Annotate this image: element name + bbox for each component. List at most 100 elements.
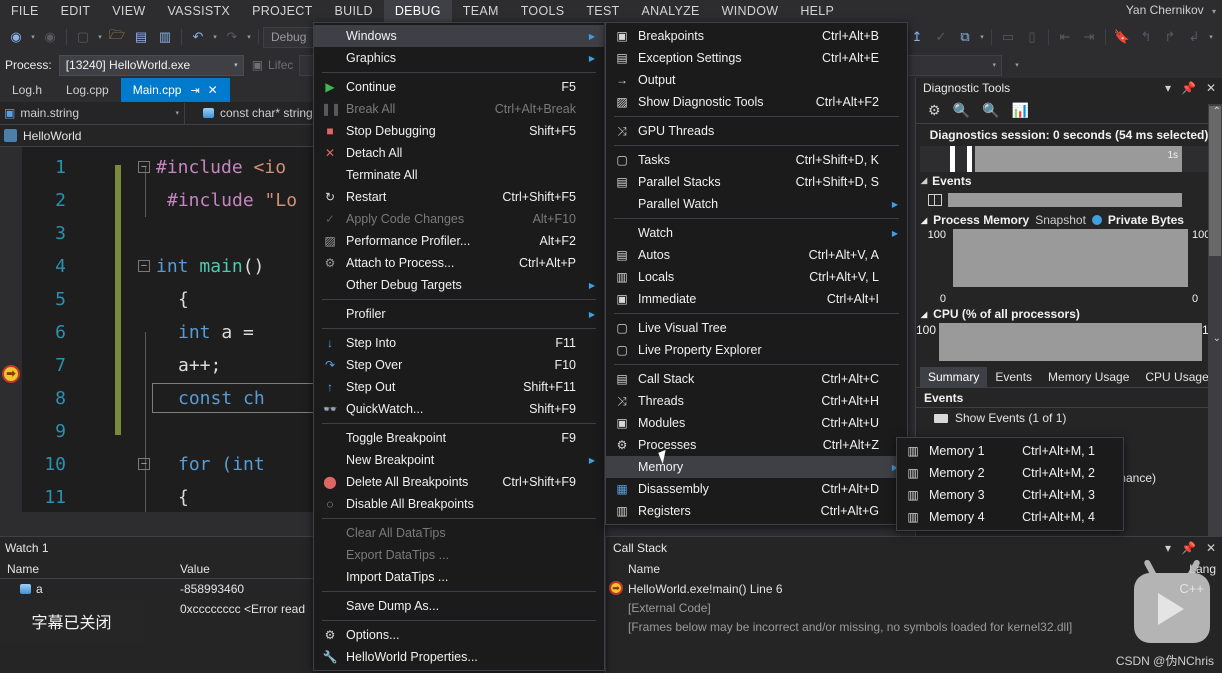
menu-item-memory-4[interactable]: ▥Memory 4Ctrl+Alt+M, 4 — [897, 506, 1123, 528]
lifecycle-events-button[interactable]: ▣ Lifec — [252, 58, 294, 72]
submenu-arrow-icon[interactable]: ▶ — [589, 310, 595, 319]
collapse-triangle-icon[interactable]: ◢ — [921, 176, 927, 185]
menu-item-threads[interactable]: ⤨ThreadsCtrl+Alt+H — [606, 390, 907, 412]
menu-item-file[interactable]: FILE — [0, 0, 50, 22]
comment-icon[interactable]: ▭ — [997, 26, 1019, 48]
chevron-down-icon[interactable]: ▾ — [234, 61, 238, 69]
save-all-icon[interactable]: ▥ — [154, 26, 176, 48]
menu-item-immediate[interactable]: ▣ImmediateCtrl+Alt+I — [606, 288, 907, 310]
open-file-icon[interactable]: 🗁 — [106, 26, 128, 48]
timeline-marker-2[interactable] — [967, 146, 972, 172]
menu-item-build[interactable]: BUILD — [324, 0, 384, 22]
menu-item-project[interactable]: PROJECT — [241, 0, 323, 22]
menu-item-performance-profiler[interactable]: ▨Performance Profiler...Alt+F2 — [314, 230, 604, 252]
menu-item-terminate-all[interactable]: Terminate All — [314, 164, 604, 186]
menu-item-breakpoints[interactable]: ▣BreakpointsCtrl+Alt+B — [606, 25, 907, 47]
new-dropdown-icon[interactable]: ▾ — [95, 33, 105, 41]
threads-icon[interactable]: ⧉ — [954, 26, 976, 48]
menu-item-call-stack[interactable]: ▤Call StackCtrl+Alt+C — [606, 368, 907, 390]
menu-item-exception-settings[interactable]: ▤Exception SettingsCtrl+Alt+E — [606, 47, 907, 69]
collapse-triangle-icon[interactable]: ◢ — [921, 310, 927, 319]
menu-item-profiler[interactable]: Profiler▶ — [314, 303, 604, 325]
submenu-arrow-icon[interactable]: ▶ — [589, 281, 595, 290]
menu-item-team[interactable]: TEAM — [452, 0, 510, 22]
cpu-section-header[interactable]: ◢ CPU (% of all processors) — [916, 305, 1222, 323]
timeline-marker-1[interactable] — [950, 146, 955, 172]
menu-item-step-over[interactable]: ↷Step OverF10 — [314, 354, 604, 376]
collapse-triangle-icon[interactable]: ◢ — [921, 216, 927, 225]
call-stack-row[interactable]: [External Code] — [606, 598, 1222, 617]
chart-icon[interactable]: 📊 — [1011, 102, 1028, 119]
diagnostic-tab-events[interactable]: Events — [987, 367, 1040, 387]
prev-bookmark-icon[interactable]: ↰ — [1135, 26, 1157, 48]
menu-item-toggle-breakpoint[interactable]: Toggle BreakpointF9 — [314, 427, 604, 449]
scroll-down-icon[interactable]: ⌄ — [1213, 333, 1221, 344]
close-icon[interactable]: ✕ — [208, 83, 218, 97]
step-out-icon[interactable]: ↥ — [906, 26, 928, 48]
navigate-forward-icon[interactable]: ◉ — [39, 26, 61, 48]
windows-submenu[interactable]: ▣BreakpointsCtrl+Alt+B▤Exception Setting… — [605, 22, 908, 525]
menu-item-parallel-stacks[interactable]: ▤Parallel StacksCtrl+Shift+D, S — [606, 171, 907, 193]
submenu-arrow-icon[interactable]: ▶ — [892, 229, 898, 238]
menu-item-window[interactable]: WINDOW — [711, 0, 790, 22]
menu-item-disassembly[interactable]: ▦DisassemblyCtrl+Alt+D — [606, 478, 907, 500]
menu-item-show-diagnostic-tools[interactable]: ▨Show Diagnostic ToolsCtrl+Alt+F2 — [606, 91, 907, 113]
diagnostic-tab-cpu-usage[interactable]: CPU Usage — [1137, 367, 1216, 387]
undo-icon[interactable]: ↶ — [187, 26, 209, 48]
indent-icon[interactable]: ⇤ — [1054, 26, 1076, 48]
menu-item-watch[interactable]: Watch▶ — [606, 222, 907, 244]
clear-bookmarks-icon[interactable]: ↲ — [1183, 26, 1205, 48]
chevron-down-icon[interactable]: ▾ — [1165, 81, 1171, 95]
call-stack-row[interactable]: [Frames below may be incorrect and/or mi… — [606, 617, 1222, 636]
menu-item-memory[interactable]: Memory▶ — [606, 456, 907, 478]
chevron-down-icon[interactable]: ▾ — [992, 61, 996, 69]
menu-item-other-debug-targets[interactable]: Other Debug Targets▶ — [314, 274, 604, 296]
uncomment-icon[interactable]: ▯ — [1021, 26, 1043, 48]
code-line[interactable]: int main() — [156, 250, 264, 283]
menu-item-live-property-explorer[interactable]: ▢Live Property Explorer — [606, 339, 907, 361]
chevron-down-icon[interactable]: ▾ — [1212, 7, 1216, 16]
scroll-up-icon[interactable]: ⌃ — [1213, 106, 1221, 117]
menu-item-parallel-watch[interactable]: Parallel Watch▶ — [606, 193, 907, 215]
code-line[interactable]: int a = — [178, 316, 254, 349]
submenu-arrow-icon[interactable]: ▶ — [892, 200, 898, 209]
editor-tab-log-cpp[interactable]: Log.cpp — [54, 78, 121, 102]
menu-item-registers[interactable]: ▥RegistersCtrl+Alt+G — [606, 500, 907, 522]
pin-icon[interactable]: 📌 — [1181, 81, 1196, 95]
code-line[interactable]: a++; — [178, 349, 221, 382]
menu-item-stop-debugging[interactable]: ■Stop DebuggingShift+F5 — [314, 120, 604, 142]
next-bookmark-icon[interactable]: ↱ — [1159, 26, 1181, 48]
save-icon[interactable]: ▤ — [130, 26, 152, 48]
debug-dropdown-icon[interactable]: ▾ — [977, 33, 987, 41]
submenu-arrow-icon[interactable]: ▶ — [589, 32, 595, 41]
code-line[interactable]: #include "Lo — [167, 184, 297, 217]
menu-item-memory-3[interactable]: ▥Memory 3Ctrl+Alt+M, 3 — [897, 484, 1123, 506]
zoom-out-icon[interactable]: 🔍 — [982, 102, 999, 119]
code-line[interactable]: const ch — [178, 382, 265, 415]
close-icon[interactable]: ✕ — [1206, 81, 1216, 95]
back-dropdown-icon[interactable]: ▾ — [28, 33, 38, 41]
menu-item-detach-all[interactable]: ✕Detach All — [314, 142, 604, 164]
menu-item-output[interactable]: →Output — [606, 69, 907, 91]
code-line[interactable]: #include <io — [156, 151, 286, 184]
menu-item-test[interactable]: TEST — [575, 0, 630, 22]
menu-item-attach-to-process[interactable]: ⚙Attach to Process...Ctrl+Alt+P — [314, 252, 604, 274]
menu-item-modules[interactable]: ▣ModulesCtrl+Alt+U — [606, 412, 907, 434]
menu-item-import-datatips[interactable]: Import DataTips ... — [314, 566, 604, 588]
debug-menu[interactable]: Windows▶Graphics▶▶ContinueF5❚❚Break AllC… — [313, 22, 605, 671]
navigate-back-icon[interactable]: ◉ — [5, 26, 27, 48]
editor-tab-log-h[interactable]: Log.h — [0, 78, 54, 102]
menu-item-save-dump-as[interactable]: Save Dump As... — [314, 595, 604, 617]
menu-item-locals[interactable]: ▥LocalsCtrl+Alt+V, L — [606, 266, 907, 288]
menu-item-analyze[interactable]: ANALYZE — [631, 0, 711, 22]
menu-item-gpu-threads[interactable]: ⤨GPU Threads — [606, 120, 907, 142]
zoom-in-icon[interactable]: 🔍 — [953, 102, 970, 119]
menu-item-help[interactable]: HELP — [789, 0, 845, 22]
redo-dropdown-icon[interactable]: ▾ — [244, 33, 254, 41]
bookmark-icon[interactable]: 🔖 — [1111, 26, 1133, 48]
editor-tab-main-cpp[interactable]: Main.cpp⇥✕ — [121, 78, 230, 102]
menu-item-processes[interactable]: ⚙ProcessesCtrl+Alt+Z — [606, 434, 907, 456]
pin-icon[interactable]: ⇥ — [190, 84, 199, 97]
fold-toggle-icon[interactable]: − — [138, 161, 150, 173]
menu-item-restart[interactable]: ↻RestartCtrl+Shift+F5 — [314, 186, 604, 208]
